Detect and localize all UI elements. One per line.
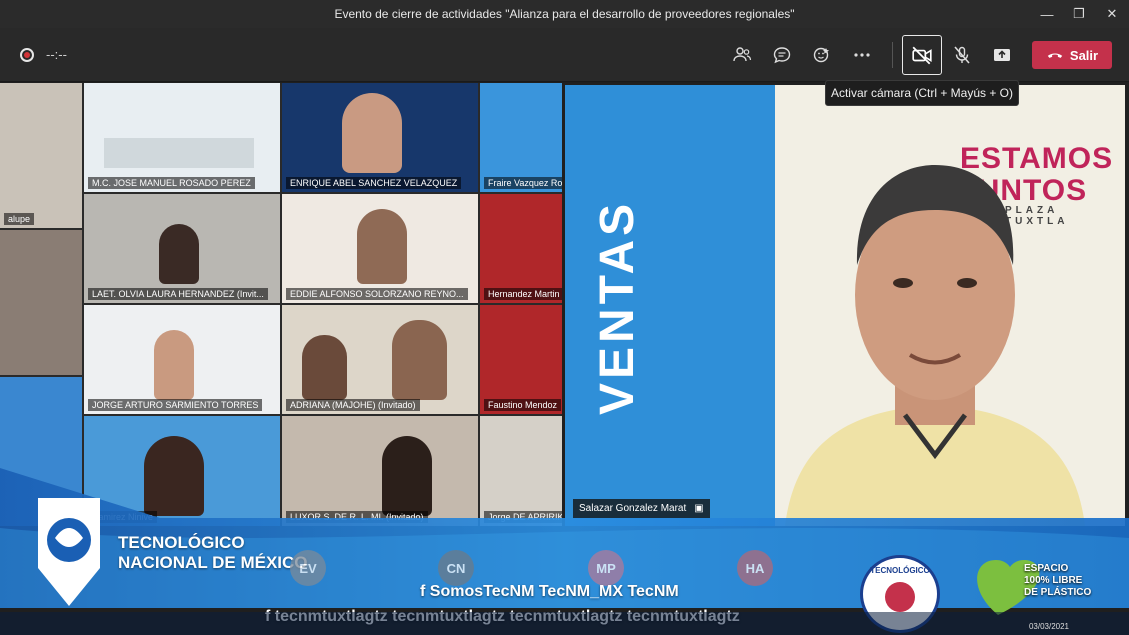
more-button[interactable] (846, 39, 878, 71)
participant-name: LAET. OLVIA LAURA HERNANDEZ (Invit... (88, 288, 268, 300)
camera-tooltip: Activar cámara (Ctrl + Mayús + O) (825, 80, 1019, 106)
participant-name: Faustino Mendoz (484, 399, 562, 411)
camera-toggle-button[interactable] (902, 35, 942, 75)
avatar[interactable]: EV (290, 550, 326, 586)
avatar[interactable]: CN (438, 550, 474, 586)
seal-text: TECNOLÓGICO (870, 566, 930, 575)
participant-tile[interactable]: EDDIE ALFONSO SOLORZANO REYNO... (282, 194, 478, 303)
participant-tile[interactable]: Hernandez Martin (480, 194, 562, 303)
participant-tile[interactable] (0, 230, 82, 375)
minimize-icon[interactable]: — (1030, 2, 1064, 26)
share-button[interactable] (986, 39, 1018, 71)
close-icon[interactable]: ✕ (1095, 2, 1129, 26)
toolbar-divider (892, 42, 893, 68)
teams-meeting-window: Evento de cierre de actividades "Alianza… (0, 0, 1129, 635)
more-icon (854, 53, 870, 57)
tecnm-line1: TECNOLÓGICO (118, 533, 245, 552)
recording-icon (20, 48, 34, 62)
participant-tile[interactable]: Fraire Vazquez Ro (480, 83, 562, 192)
tecnm-title: TECNOLÓGICO NACIONAL DE MÉXICO (118, 533, 308, 573)
window-title: Evento de cierre de actividades "Alianza… (334, 7, 795, 21)
share-icon (994, 49, 1010, 61)
camera-off-icon (912, 46, 932, 65)
people-button[interactable] (726, 39, 758, 71)
leave-label: Salir (1069, 47, 1099, 63)
phone-hangup-icon (1047, 53, 1063, 58)
leave-button[interactable]: Salir (1032, 41, 1112, 69)
active-speaker-video[interactable]: VENTAS ESTAMOS JUNTOS PLAZA TUXTLA Salaz… (565, 85, 1125, 526)
participant-tile[interactable]: Faustino Mendoz (480, 305, 562, 414)
avatar[interactable]: HA (737, 550, 773, 586)
people-icon (733, 47, 752, 62)
taskbar-date: 03/03/2021 (1028, 622, 1069, 631)
participant-name: Fraire Vazquez Ro (484, 177, 562, 189)
participant-name: Hernandez Martin (484, 288, 562, 300)
participant-tile[interactable]: ADRIANA (MAJOHE) (Invitado) (282, 305, 478, 414)
social-handles-top: f SomosTecNM TecNM_MX TecNM (420, 583, 679, 601)
participant-tile[interactable]: ENRIQUE ABEL SANCHEZ VELAZQUEZ (282, 83, 478, 192)
social-line1: SomosTecNM TecNM_MX TecNM (429, 583, 679, 600)
meeting-stage: alupe M.C. JOSE MANUEL ROSADO PEREZ LAET… (0, 83, 1129, 528)
restore-icon[interactable]: ❐ (1062, 2, 1096, 26)
meeting-toolbar: --:-- Salir (0, 28, 1129, 82)
eco-text: ESPACIO 100% LIBRE DE PLÁSTICO (1024, 563, 1092, 598)
mic-off-icon (954, 46, 970, 64)
participant-name: alupe (4, 213, 35, 225)
participant-gallery: alupe M.C. JOSE MANUEL ROSADO PEREZ LAET… (0, 83, 562, 526)
participant-tile[interactable]: LAET. OLVIA LAURA HERNANDEZ (Invit... (84, 194, 280, 303)
avatar[interactable]: MP (588, 550, 624, 586)
tecnm-line2: NACIONAL DE MÉXICO (118, 553, 308, 572)
participant-name: ADRIANA (MAJOHE) (Invitado) (286, 399, 420, 411)
reactions-button[interactable] (806, 39, 838, 71)
participant-name: JORGE ARTURO SARMIENTO TORRES (88, 399, 263, 411)
chat-icon (773, 47, 791, 64)
participant-name: M.C. JOSE MANUEL ROSADO PEREZ (88, 177, 255, 189)
tecnm-logo (38, 498, 100, 606)
participant-name: ENRIQUE ABEL SANCHEZ VELAZQUEZ (286, 177, 462, 189)
meeting-timer: --:-- (46, 47, 67, 62)
participant-name: EDDIE ALFONSO SOLORZANO REYNO... (286, 288, 468, 300)
windows-taskbar (0, 612, 1129, 635)
participant-tile[interactable]: M.C. JOSE MANUEL ROSADO PEREZ (84, 83, 280, 192)
facebook-icon: f (420, 583, 426, 600)
title-bar: Evento de cierre de actividades "Alianza… (0, 0, 1129, 28)
participant-tile[interactable]: alupe (0, 83, 82, 228)
backdrop-ventas-text: VENTAS (591, 199, 644, 415)
chat-button[interactable] (766, 39, 798, 71)
mic-toggle-button[interactable] (946, 39, 978, 71)
reactions-icon (813, 47, 829, 63)
participant-tile[interactable]: JORGE ARTURO SARMIENTO TORRES (84, 305, 280, 414)
